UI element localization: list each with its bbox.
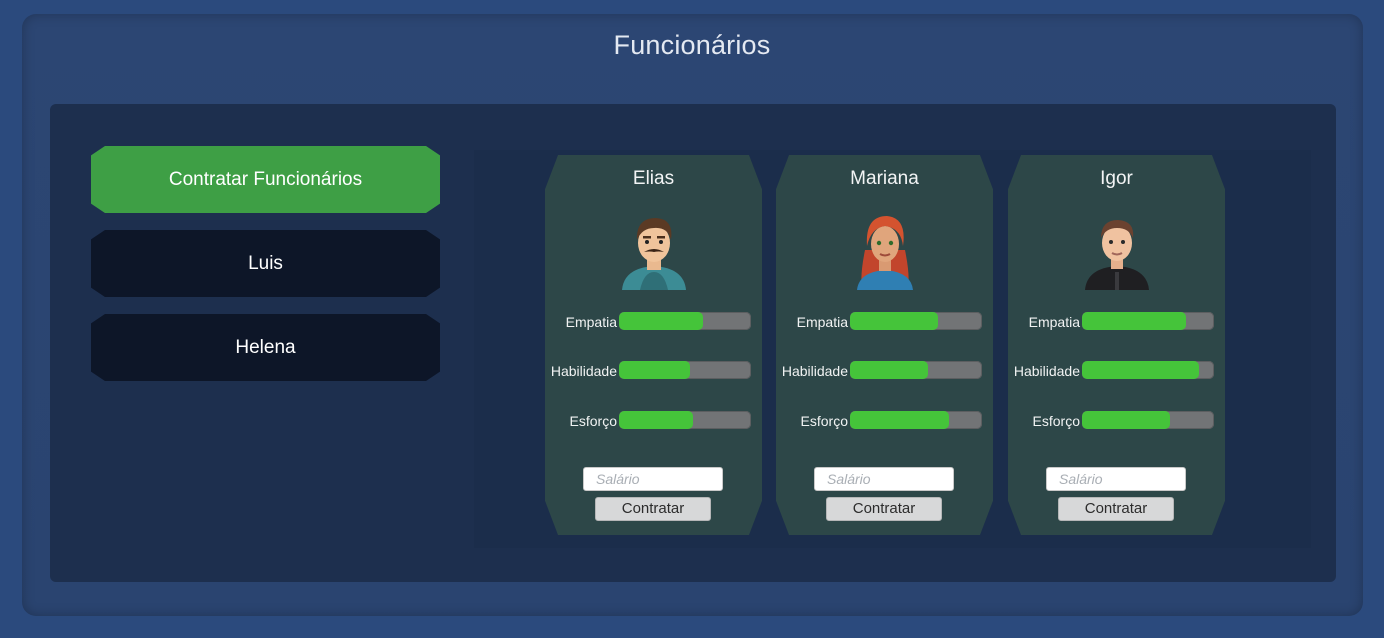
menu-hire-employees-button[interactable]: Contratar Funcionários bbox=[91, 146, 440, 213]
empathy-bar-fill bbox=[619, 312, 704, 330]
candidate-card: Mariana Empatia Habilidade Esforço Contr… bbox=[776, 155, 993, 535]
stat-label-effort: Esforço bbox=[1032, 413, 1080, 429]
skill-bar bbox=[1082, 361, 1214, 379]
hire-button[interactable]: Contratar bbox=[826, 497, 942, 521]
stat-label-skill: Habilidade bbox=[550, 363, 617, 379]
candidate-name: Mariana bbox=[850, 168, 919, 189]
candidate-name: Elias bbox=[632, 168, 675, 189]
empathy-bar-fill bbox=[850, 312, 939, 330]
salary-input[interactable] bbox=[583, 467, 723, 491]
menu-employee-luis-button[interactable]: Luis bbox=[91, 230, 440, 297]
salary-input[interactable] bbox=[1046, 467, 1186, 491]
candidate-avatar-icon bbox=[622, 218, 686, 290]
stat-label-effort: Esforço bbox=[800, 413, 848, 429]
menu-employee-helena-button[interactable]: Helena bbox=[91, 314, 440, 381]
effort-bar-fill bbox=[1082, 411, 1171, 429]
stat-label-empathy: Empatia bbox=[796, 314, 848, 330]
effort-bar-fill bbox=[619, 411, 693, 429]
empathy-bar bbox=[1082, 312, 1214, 330]
salary-input[interactable] bbox=[814, 467, 954, 491]
menu-label: Contratar Funcionários bbox=[168, 168, 363, 190]
stat-label-empathy: Empatia bbox=[565, 314, 617, 330]
skill-bar-fill bbox=[850, 361, 928, 379]
stat-label-skill: Habilidade bbox=[781, 363, 848, 379]
effort-bar-fill bbox=[850, 411, 949, 429]
effort-bar bbox=[1082, 411, 1214, 429]
candidate-avatar-icon bbox=[1085, 220, 1149, 290]
page-title: Funcionários bbox=[613, 30, 771, 60]
stat-label-skill: Habilidade bbox=[1013, 363, 1080, 379]
candidate-avatar-icon bbox=[857, 216, 913, 290]
stat-label-empathy: Empatia bbox=[1028, 314, 1080, 330]
skill-bar-fill bbox=[1082, 361, 1200, 379]
empathy-bar bbox=[850, 312, 982, 330]
candidate-card: Elias Empatia Habilidade Esforço Contrat… bbox=[545, 155, 762, 535]
skill-bar bbox=[619, 361, 751, 379]
menu-label: Luis bbox=[248, 252, 283, 274]
menu-label: Helena bbox=[235, 336, 296, 358]
skill-bar-fill bbox=[619, 361, 691, 379]
candidate-card: Igor Empatia Habilidade Esforço Contrata… bbox=[1008, 155, 1225, 535]
hire-button[interactable]: Contratar bbox=[1058, 497, 1174, 521]
skill-bar bbox=[850, 361, 982, 379]
empathy-bar bbox=[619, 312, 751, 330]
candidate-name: Igor bbox=[1100, 168, 1133, 189]
stat-label-effort: Esforço bbox=[569, 413, 617, 429]
hire-button[interactable]: Contratar bbox=[595, 497, 711, 521]
empathy-bar-fill bbox=[1082, 312, 1187, 330]
effort-bar bbox=[619, 411, 751, 429]
effort-bar bbox=[850, 411, 982, 429]
